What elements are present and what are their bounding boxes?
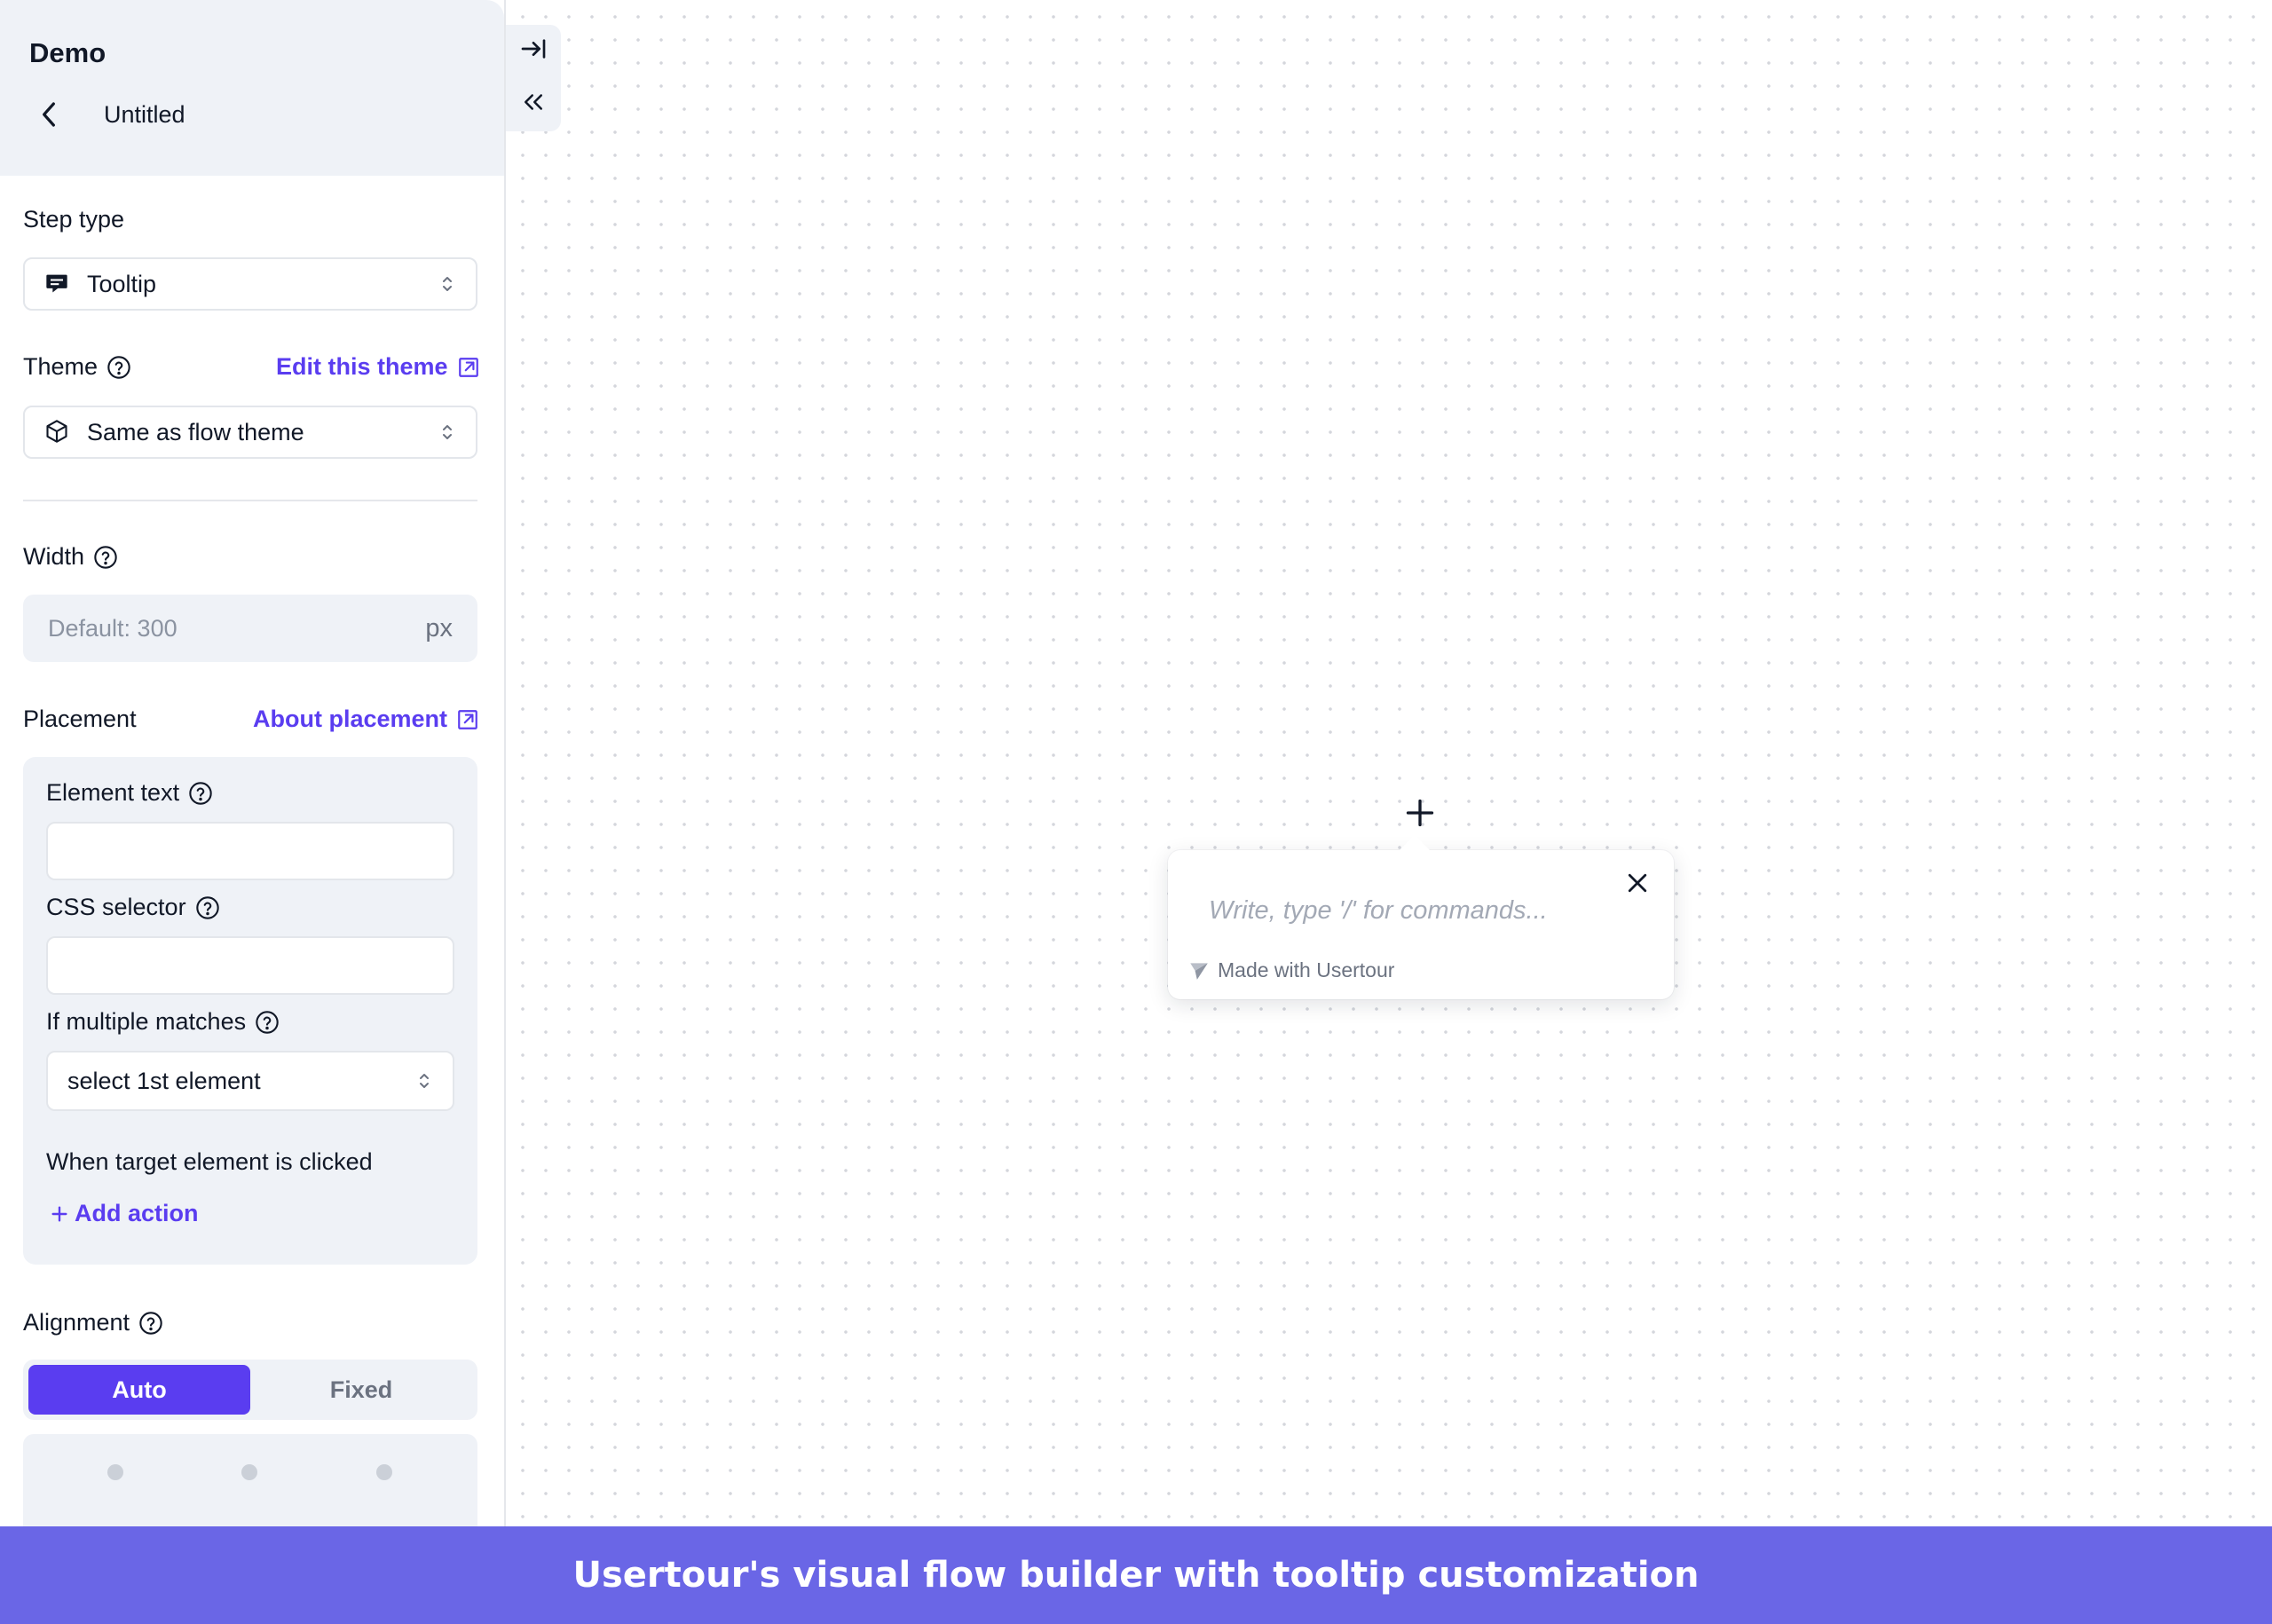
step-type-value: Tooltip bbox=[87, 270, 157, 297]
position-dot[interactable] bbox=[241, 1464, 257, 1480]
position-dot[interactable] bbox=[376, 1464, 392, 1480]
usertour-logo-icon bbox=[1190, 962, 1208, 980]
dock-right-icon[interactable] bbox=[518, 34, 548, 64]
branding-badge[interactable]: Made with Usertour bbox=[1187, 958, 1394, 982]
alignment-auto-button[interactable]: Auto bbox=[28, 1365, 250, 1415]
message-icon bbox=[44, 271, 71, 297]
help-circle-icon[interactable] bbox=[255, 1010, 280, 1035]
chevron-up-down-icon bbox=[415, 1068, 433, 1093]
target-clicked-label: When target element is clicked bbox=[46, 1148, 373, 1175]
target-crosshair-icon[interactable] bbox=[1404, 797, 1436, 829]
chevron-left-icon bbox=[43, 102, 55, 127]
alignment-position-grid bbox=[23, 1434, 477, 1526]
cube-icon bbox=[44, 419, 71, 445]
about-placement-link[interactable]: About placement bbox=[253, 706, 479, 733]
help-circle-icon[interactable] bbox=[138, 1311, 163, 1336]
help-circle-icon[interactable] bbox=[188, 781, 213, 806]
theme-select[interactable]: Same as flow theme bbox=[23, 406, 477, 459]
width-unit: px bbox=[425, 613, 453, 643]
flow-title[interactable]: Untitled bbox=[104, 101, 185, 129]
theme-label: Theme bbox=[23, 353, 131, 381]
tooltip-editor-placeholder[interactable]: Write, type '/' for commands... bbox=[1209, 896, 1548, 926]
close-icon[interactable] bbox=[1624, 870, 1651, 896]
step-type-select[interactable]: Tooltip bbox=[23, 257, 477, 311]
step-type-label: Step type bbox=[23, 206, 125, 233]
external-link-icon bbox=[458, 357, 478, 377]
alignment-fixed-button[interactable]: Fixed bbox=[250, 1365, 472, 1415]
section-divider bbox=[23, 500, 477, 501]
help-circle-icon[interactable] bbox=[93, 545, 118, 570]
width-placeholder: Default: 300 bbox=[48, 614, 178, 642]
width-label: Width bbox=[23, 543, 118, 571]
multiple-matches-label: If multiple matches bbox=[46, 1008, 280, 1036]
alignment-toggle: Auto Fixed bbox=[23, 1360, 477, 1420]
settings-sidebar: Demo Untitled Step type Tooltip Theme Ed… bbox=[0, 0, 506, 1526]
app-name: Demo bbox=[29, 37, 106, 68]
help-circle-icon[interactable] bbox=[195, 895, 220, 920]
width-input[interactable]: Default: 300 px bbox=[23, 595, 477, 662]
element-text-label: Element text bbox=[46, 779, 213, 807]
chevron-up-down-icon bbox=[438, 420, 456, 445]
element-text-input[interactable] bbox=[46, 822, 454, 880]
placement-label: Placement bbox=[23, 706, 137, 732]
add-action-button[interactable]: Add action bbox=[50, 1200, 199, 1227]
chevron-up-down-icon bbox=[438, 272, 456, 296]
multiple-matches-select[interactable]: select 1st element bbox=[46, 1051, 454, 1111]
tooltip-preview[interactable]: Write, type '/' for commands... Made wit… bbox=[1168, 835, 1674, 999]
theme-value: Same as flow theme bbox=[87, 418, 304, 445]
flow-canvas[interactable] bbox=[506, 0, 2272, 1526]
back-button[interactable] bbox=[34, 98, 64, 131]
sidebar-header: Demo Untitled bbox=[0, 0, 504, 176]
external-link-icon bbox=[458, 709, 477, 729]
position-dot[interactable] bbox=[107, 1464, 123, 1480]
alignment-label: Alignment bbox=[23, 1309, 163, 1336]
help-circle-icon[interactable] bbox=[106, 355, 131, 380]
plus-icon bbox=[51, 1205, 67, 1222]
multiple-matches-value: select 1st element bbox=[67, 1067, 261, 1094]
canvas-toolbar bbox=[506, 25, 561, 131]
collapse-sidebar-icon[interactable] bbox=[518, 87, 548, 117]
caption-text: Usertour's visual flow builder with tool… bbox=[572, 1555, 1700, 1596]
caption-banner: Usertour's visual flow builder with tool… bbox=[0, 1526, 2272, 1624]
edit-theme-link[interactable]: Edit this theme bbox=[276, 353, 480, 381]
css-selector-label: CSS selector bbox=[46, 894, 220, 921]
css-selector-input[interactable] bbox=[46, 936, 454, 995]
